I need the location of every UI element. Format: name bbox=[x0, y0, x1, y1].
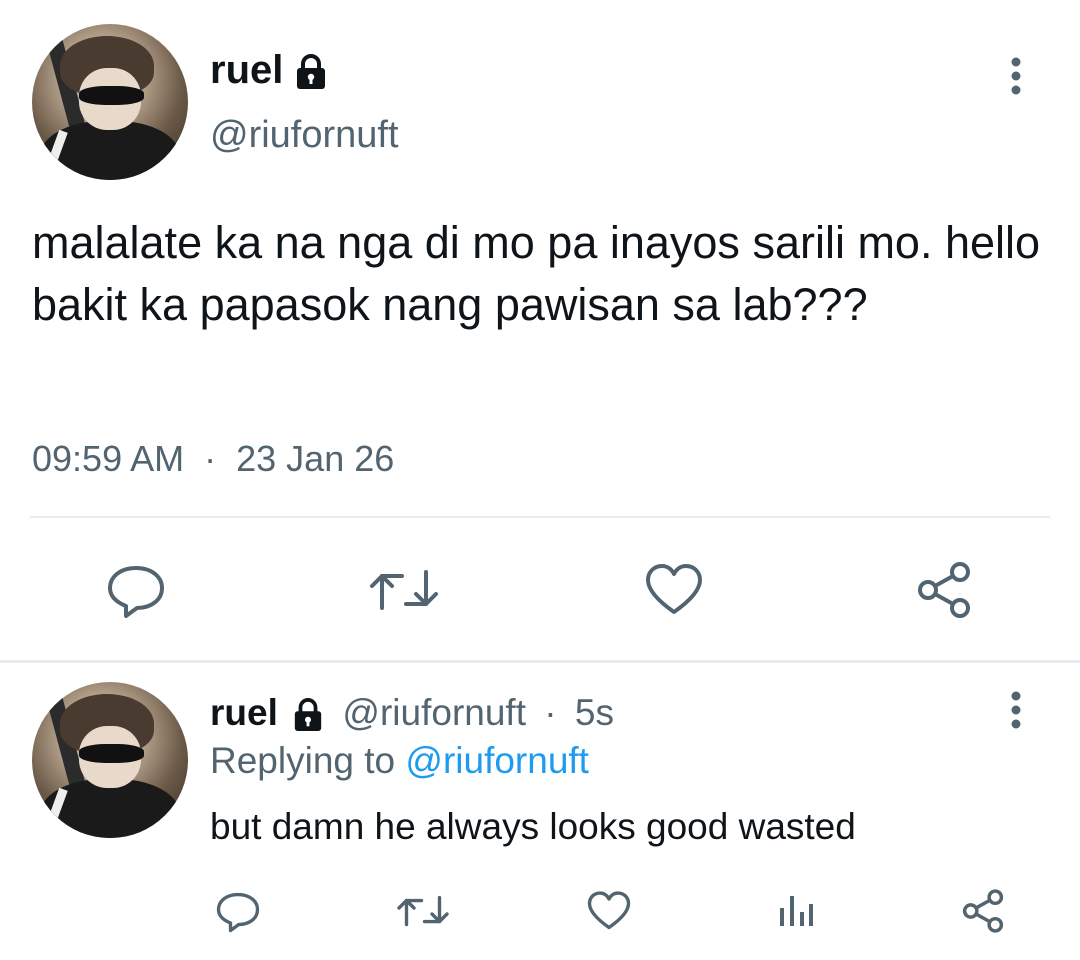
reply-icon[interactable] bbox=[104, 560, 168, 620]
share-icon[interactable] bbox=[960, 888, 1006, 934]
reply-avatar[interactable] bbox=[32, 682, 188, 838]
reply-text: but damn he always looks good wasted bbox=[210, 806, 856, 847]
replying-to: Replying to @riufornuft bbox=[210, 740, 589, 782]
retweet-icon[interactable] bbox=[368, 562, 440, 618]
tweet-date: 23 Jan 26 bbox=[236, 438, 395, 479]
tweet-text: malalate ka na nga di mo pa inayos saril… bbox=[32, 217, 1041, 330]
reply-separator: · bbox=[544, 692, 557, 733]
replying-to-handle[interactable]: @riufornuft bbox=[405, 740, 589, 781]
more-vertical-icon[interactable] bbox=[1006, 690, 1026, 730]
more-vertical-icon[interactable] bbox=[1006, 56, 1026, 96]
reply-display-name[interactable]: ruel bbox=[210, 692, 278, 733]
share-icon[interactable] bbox=[914, 560, 974, 620]
reply-age[interactable]: 5s bbox=[575, 692, 614, 733]
like-icon[interactable] bbox=[644, 562, 704, 618]
lock-icon bbox=[294, 698, 322, 732]
display-name-text[interactable]: ruel bbox=[210, 48, 283, 92]
tweet-timestamp[interactable]: 09:59 AM · 23 Jan 26 bbox=[32, 438, 394, 480]
reply-header: ruel @riufornuft · 5s bbox=[210, 692, 614, 734]
lock-icon bbox=[297, 54, 326, 90]
replying-to-label: Replying to bbox=[210, 740, 396, 781]
like-icon[interactable] bbox=[586, 890, 632, 932]
reply-icon[interactable] bbox=[214, 888, 262, 934]
analytics-icon[interactable] bbox=[776, 890, 816, 930]
user-handle[interactable]: @riufornuft bbox=[210, 114, 399, 157]
timestamp-separator: · bbox=[204, 438, 217, 479]
tweet-time: 09:59 AM bbox=[32, 438, 185, 479]
divider bbox=[30, 516, 1050, 518]
retweet-icon[interactable] bbox=[396, 890, 450, 932]
display-name[interactable]: ruel bbox=[210, 48, 328, 93]
reply-handle[interactable]: @riufornuft bbox=[342, 692, 526, 733]
divider bbox=[0, 660, 1080, 663]
avatar[interactable] bbox=[32, 24, 188, 180]
